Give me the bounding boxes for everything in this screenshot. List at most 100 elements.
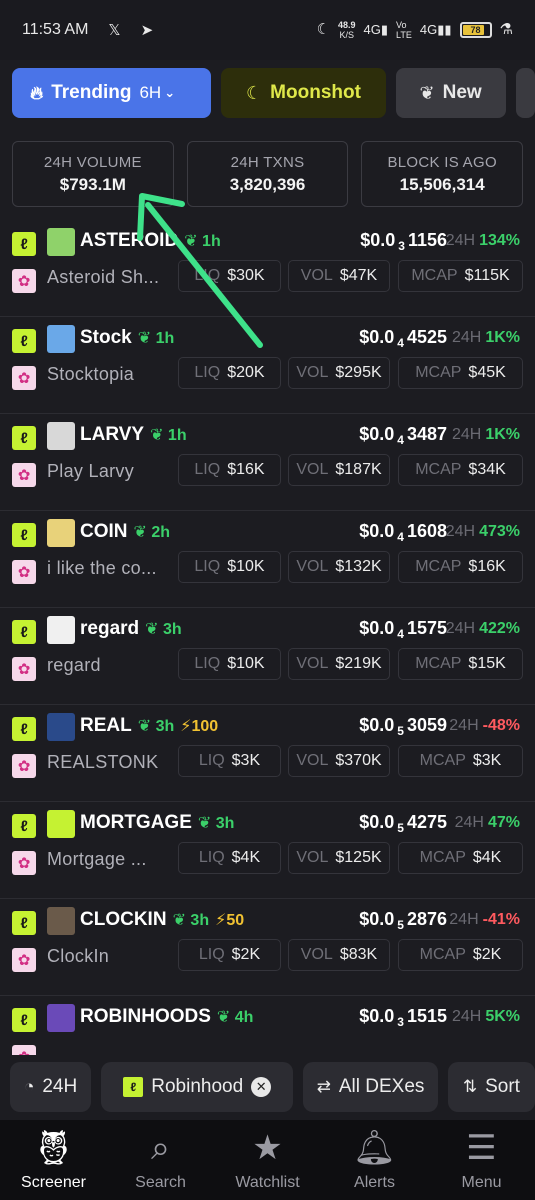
- token-row[interactable]: ℓ ✿ Stock ❦ 1h Stocktopia $0.0 4 4525 24H 1K% LIQ $…: [0, 317, 535, 414]
- token-header: CLOCKIN ❦ 3h ⚡50: [80, 909, 244, 931]
- vol-label: VOL: [296, 558, 329, 575]
- price-digits: 4275: [406, 812, 447, 832]
- stat-txns-value: 3,820,396: [229, 174, 306, 194]
- liq-label: LIQ: [194, 364, 221, 381]
- token-age: ❦ 2h: [134, 522, 171, 542]
- change-value: -41%: [482, 911, 520, 928]
- dex-logo-icon: ✿: [12, 851, 36, 875]
- token-row[interactable]: ℓ✿ROBINHOODS❦ 4h$0.03151524H5K%: [0, 996, 535, 1055]
- net-speed-unit: K/S: [339, 30, 355, 40]
- token-header: MORTGAGE ❦ 3h: [80, 812, 234, 834]
- moon-icon: ☾: [316, 21, 331, 38]
- change-value: 5K%: [485, 1008, 520, 1025]
- period-filter[interactable]: ◔ 24H: [10, 1061, 92, 1112]
- battery-icon: 78: [459, 22, 492, 38]
- nav-screener-label: Screener: [21, 1174, 86, 1191]
- mcap-label: MCAP: [419, 849, 466, 866]
- token-avatar: [47, 810, 75, 838]
- stat-block-value: 15,506,314: [399, 174, 485, 194]
- flask-icon: ⚗: [499, 21, 513, 38]
- liq-label: LIQ: [194, 461, 221, 478]
- mcap-label: MCAP: [415, 461, 462, 478]
- token-header: ROBINHOODS ❦ 4h: [80, 1006, 253, 1028]
- mcap-value: $16K: [468, 558, 506, 575]
- token-row[interactable]: ℓ ✿ ASTEROID ❦ 1h Asteroid Sh... $0.0 3 1156 24H…: [0, 220, 535, 317]
- vol-value: $47K: [339, 267, 378, 284]
- sprout-icon: ❦: [145, 621, 159, 638]
- token-row[interactable]: ℓ ✿ COIN ❦ 2h i like the co... $0.0 4 1608 24H 47…: [0, 511, 535, 608]
- token-avatar: [47, 1004, 75, 1032]
- dex-logo-icon: ✿: [12, 1045, 36, 1055]
- token-price: $0.0 5 3059: [359, 715, 447, 738]
- token-row[interactable]: ℓ ✿ regard ❦ 3h regard $0.0 4 1575 24H 422% LIQ $10…: [0, 608, 535, 705]
- stat-txns: 24H TXNS 3,820,396: [186, 141, 349, 207]
- token-age: ❦ 4h: [217, 1007, 254, 1027]
- robinhood-chain-icon: ℓ: [12, 329, 36, 353]
- token-age-value: 1h: [202, 233, 221, 250]
- nav-watchlist[interactable]: ★ Watchlist: [214, 1120, 321, 1200]
- liquidity-pill: LIQ $2K: [178, 939, 281, 971]
- volume-pill: VOL $83K: [288, 939, 390, 971]
- token-change: 24H 47%: [455, 814, 520, 832]
- owl-icon: 🦉︎: [31, 1129, 76, 1167]
- token-row[interactable]: ℓ ✿ REAL ❦ 3h ⚡100 REALSTONK $0.0 5 3059 24H -48% L…: [0, 705, 535, 802]
- system-indicators: ☾ 48.9 K/S 4G▮ Vo LTE 4G▮▮ 78 ⚗: [317, 20, 513, 40]
- price-digits: 2876: [406, 909, 447, 929]
- chain-filter-label: Robinhood: [151, 1075, 244, 1097]
- change-value: 47%: [487, 814, 520, 831]
- price-prefix: $0.0: [359, 424, 395, 444]
- chevron-down-icon: ⌄: [164, 85, 176, 100]
- liq-label: LIQ: [198, 849, 225, 866]
- tab-new-label: New: [442, 82, 482, 103]
- nav-alerts[interactable]: 🔔︎ Alerts: [321, 1120, 428, 1200]
- nav-search[interactable]: ⌕ Search: [107, 1120, 214, 1200]
- liq-value: $4K: [231, 849, 261, 866]
- moon-icon: ☾: [246, 82, 263, 103]
- change-value: 134%: [479, 232, 520, 249]
- vol-value: $83K: [339, 946, 378, 963]
- price-zero-count: 5: [397, 918, 404, 932]
- dex-logo-icon: ✿: [12, 269, 36, 293]
- nav-screener[interactable]: 🦉︎ Screener: [0, 1120, 107, 1200]
- chain-filter[interactable]: ℓ Robinhood ✕: [101, 1061, 294, 1112]
- tab-new[interactable]: ❦ New: [395, 68, 506, 118]
- token-age: ❦ 1h: [184, 231, 221, 251]
- mcap-label: MCAP: [415, 364, 462, 381]
- notification-icons: 𝕏 ➤: [108, 22, 162, 39]
- price-zero-count: 3: [398, 239, 405, 253]
- token-header: ASTEROID ❦ 1h: [80, 230, 221, 252]
- status-time: 11:53 AM: [22, 21, 89, 38]
- nav-watchlist-label: Watchlist: [235, 1174, 300, 1191]
- token-row[interactable]: ℓ ✿ MORTGAGE ❦ 3h Mortgage ... $0.0 5 4275 24H 47…: [0, 802, 535, 899]
- token-age-value: 4h: [234, 1009, 254, 1026]
- net-speed: 48.9 K/S: [338, 20, 356, 40]
- clear-chain-icon[interactable]: ✕: [251, 1076, 272, 1097]
- token-row[interactable]: ℓ ✿ LARVY ❦ 1h Play Larvy $0.0 4 3487 24H 1K% LIQ $…: [0, 414, 535, 511]
- tab-trending[interactable]: 🔥︎ Trending 6H ⌄: [12, 68, 212, 118]
- sort-button[interactable]: ⇅ Sort: [447, 1061, 535, 1112]
- token-name: Asteroid Sh...: [47, 267, 160, 287]
- token-symbol: MORTGAGE: [80, 812, 192, 833]
- mcap-pill: MCAP $115K: [398, 260, 523, 292]
- mcap-label: MCAP: [419, 946, 466, 963]
- token-name: ClockIn: [47, 946, 110, 966]
- change-label: 24H: [451, 426, 482, 443]
- token-price: $0.0 5 4275: [359, 812, 447, 835]
- token-row[interactable]: ℓ ✿ CLOCKIN ❦ 3h ⚡50 ClockIn $0.0 5 2876 24H -41% L…: [0, 899, 535, 996]
- price-digits: 1575: [406, 618, 447, 638]
- token-avatar: [47, 519, 75, 547]
- dex-filter[interactable]: ⇄ All DEXes: [303, 1061, 438, 1112]
- tab-moonshot[interactable]: ☾ Moonshot: [221, 68, 386, 118]
- token-avatar: [47, 713, 75, 741]
- vol-label: VOL: [296, 752, 329, 769]
- price-prefix: $0.0: [359, 618, 395, 638]
- tab-more[interactable]: [515, 68, 535, 118]
- volume-pill: VOL $295K: [288, 357, 390, 389]
- market-stats: 24H VOLUME $793.1M 24H TXNS 3,820,396 BL…: [12, 141, 524, 207]
- token-avatar: [47, 907, 75, 935]
- nav-menu[interactable]: ☰ Menu: [428, 1120, 535, 1200]
- token-header: COIN ❦ 2h: [80, 521, 170, 543]
- change-label: 24H: [445, 620, 476, 637]
- vol-label: VOL: [296, 364, 329, 381]
- mcap-value: $34K: [468, 461, 506, 478]
